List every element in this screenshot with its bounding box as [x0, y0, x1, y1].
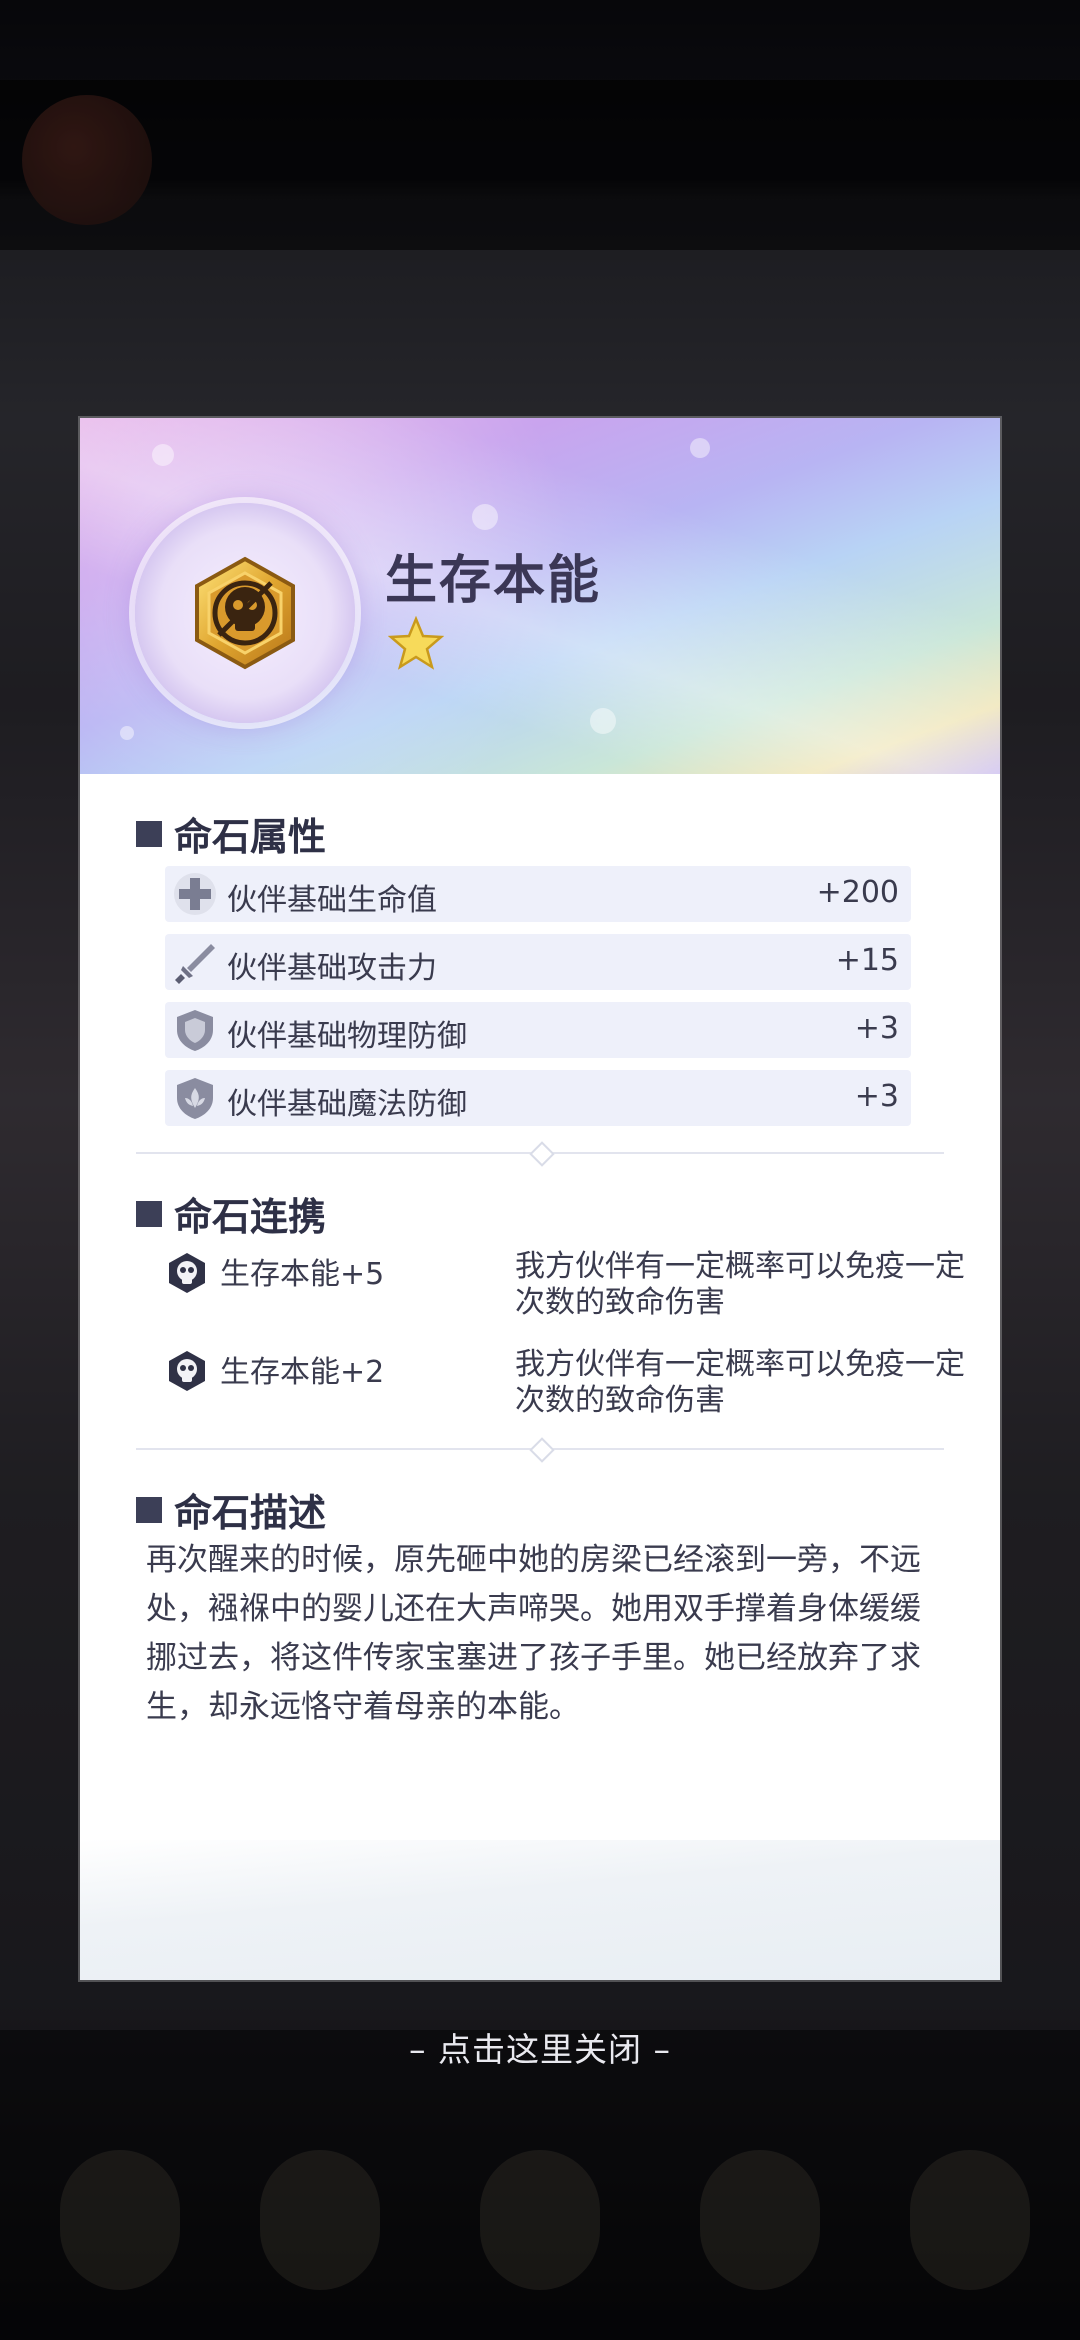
- attribute-label: 伙伴基础物理防御: [227, 1019, 467, 1054]
- stone-emblem: [135, 503, 355, 723]
- synergy-heading: 命石连携: [136, 1186, 326, 1241]
- card-bottom-decor: [80, 1840, 1000, 1980]
- attribute-label: 伙伴基础攻击力: [227, 951, 437, 986]
- divider-gem: [529, 1141, 555, 1167]
- shield-icon: [177, 1010, 213, 1051]
- decor-bubble: [472, 504, 498, 530]
- synergy-heading-label: 命石连携: [174, 1194, 327, 1239]
- description-heading-label: 命石描述: [174, 1490, 327, 1535]
- decor-bubble: [590, 708, 616, 734]
- decor-bubble: [120, 726, 134, 740]
- attributes-heading: 命石属性: [136, 806, 326, 861]
- attribute-value: +200: [816, 875, 899, 910]
- section-divider: [136, 1141, 944, 1167]
- attribute-label: 伙伴基础魔法防御: [227, 1087, 467, 1122]
- divider-gem: [529, 1437, 555, 1463]
- plus-cross-icon: [174, 873, 216, 915]
- description-heading: 命石描述: [136, 1482, 326, 1537]
- star-rating-icon: [388, 616, 444, 670]
- section-divider: [136, 1437, 944, 1463]
- attribute-row-hp: 伙伴基础生命值 +200: [165, 866, 911, 922]
- synergy-row: 生存本能+5 我方伙伴有一定概率可以免疫一定次数的致命伤害: [165, 1249, 965, 1329]
- description-text: 再次醒来的时候，原先砸中她的房梁已经滚到一旁，不远处，襁褓中的婴儿还在大声啼哭。…: [146, 1542, 921, 1725]
- attribute-row-magic-defense: 伙伴基础魔法防御 +3: [165, 1070, 911, 1126]
- skull-icon: [169, 1253, 205, 1293]
- decor-bubble: [152, 444, 174, 466]
- attribute-value: +3: [854, 1011, 899, 1046]
- card-hero-banner: 生存本能: [80, 418, 1000, 774]
- attribute-row-physical-defense: 伙伴基础物理防御 +3: [165, 1002, 911, 1058]
- attribute-row-attack: 伙伴基础攻击力 +15: [165, 934, 911, 990]
- decor-bubble: [690, 438, 710, 458]
- synergy-row: 生存本能+2 我方伙伴有一定概率可以免疫一定次数的致命伤害: [165, 1347, 965, 1427]
- close-hint-button[interactable]: – 点击这里关闭 –: [0, 2023, 1080, 2071]
- attributes-heading-label: 命石属性: [174, 814, 327, 859]
- attribute-label: 伙伴基础生命值: [227, 883, 437, 918]
- skull-emblem-icon: [195, 556, 295, 670]
- skull-icon: [169, 1351, 205, 1391]
- attribute-value: +3: [854, 1079, 899, 1114]
- heading-marker: [136, 1200, 162, 1227]
- heading-marker: [136, 820, 162, 847]
- synergy-label: 生存本能+2: [220, 1355, 385, 1390]
- attribute-value: +15: [835, 943, 899, 978]
- synergy-label: 生存本能+5: [220, 1257, 385, 1292]
- synergy-description: 我方伙伴有一定概率可以免疫一定次数的致命伤害: [515, 1347, 965, 1418]
- synergy-description: 我方伙伴有一定概率可以免疫一定次数的致命伤害: [515, 1249, 965, 1320]
- magic-shield-icon: [177, 1078, 213, 1119]
- heading-marker: [136, 1496, 162, 1523]
- stone-detail-card: 生存本能 命石属性 伙伴基础生命值 +200 伙伴基础攻击力 +15 伙伴基础物…: [80, 418, 1000, 1980]
- stone-title: 生存本能: [385, 550, 602, 611]
- sword-icon: [175, 944, 215, 984]
